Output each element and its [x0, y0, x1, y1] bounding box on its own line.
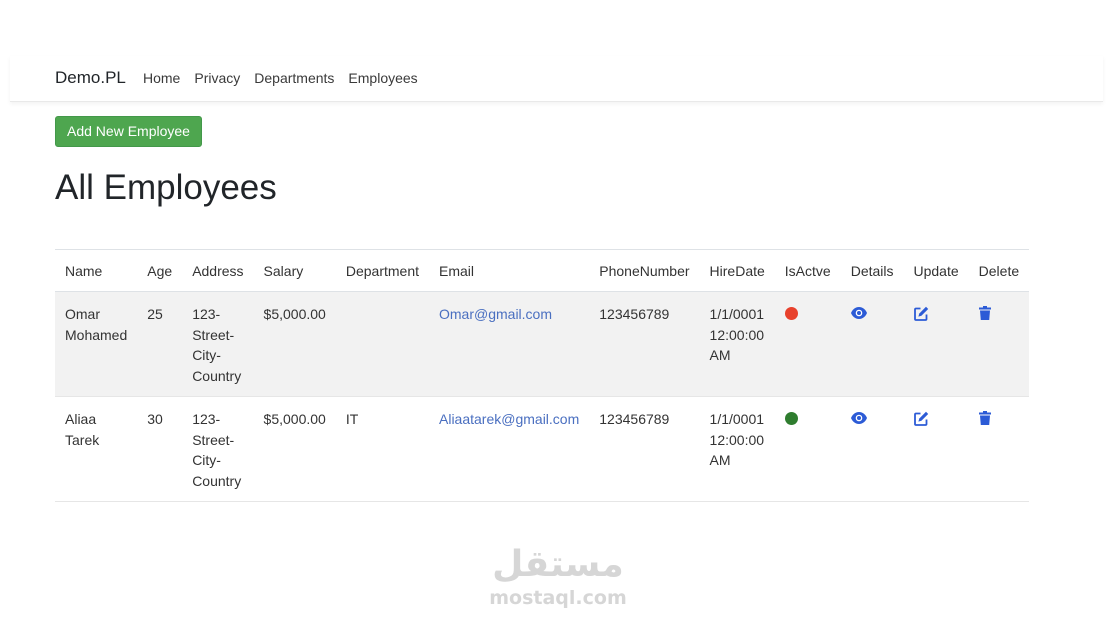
- active-status-icon: [784, 412, 798, 425]
- cell-department: [335, 291, 429, 397]
- col-header-address: Address: [182, 249, 254, 292]
- employees-table: Name Age Address Salary Department Email…: [55, 249, 1030, 502]
- cell-department: IT: [335, 396, 429, 502]
- navbar: Demo.PL Home Privacy Departments Employe…: [10, 56, 1103, 102]
- nav-link-departments[interactable]: Departments: [254, 70, 334, 86]
- nav-link-home[interactable]: Home: [143, 70, 180, 86]
- hire-date-line: 1/1/0001: [709, 306, 765, 322]
- cell-address: 123- Street- City- Country: [182, 396, 254, 502]
- col-header-department: Department: [335, 249, 429, 292]
- col-header-email: Email: [429, 249, 590, 292]
- address-line: Street-: [192, 431, 235, 448]
- col-header-phone: PhoneNumber: [589, 249, 700, 292]
- cell-salary: $5,000.00: [253, 396, 336, 502]
- name-first: Aliaa: [65, 411, 97, 427]
- cell-age: 25: [137, 291, 183, 397]
- col-header-delete: Delete: [968, 249, 1030, 292]
- cell-email: Omar@gmail.com: [429, 291, 590, 397]
- table-row: Omar Mohamed 25 123- Street- City- Count…: [55, 291, 1030, 397]
- address-line: 123-: [192, 306, 221, 322]
- hire-date-line: 1/1/0001: [709, 411, 765, 427]
- table-header-row: Name Age Address Salary Department Email…: [55, 249, 1030, 292]
- email-link[interactable]: Omar@gmail.com: [439, 306, 552, 322]
- cell-salary: $5,000.00: [253, 291, 336, 397]
- address-line: 123-: [192, 411, 221, 427]
- email-link[interactable]: Aliaatarek@gmail.com: [439, 411, 579, 427]
- trash-icon[interactable]: [978, 306, 991, 320]
- cell-email: Aliaatarek@gmail.com: [429, 396, 590, 502]
- trash-icon[interactable]: [978, 411, 991, 425]
- eye-icon[interactable]: [850, 307, 867, 319]
- col-header-is-active: IsActve: [774, 249, 841, 292]
- address-line: Country: [192, 367, 242, 384]
- hire-date-line: AM: [709, 452, 731, 468]
- cell-address: 123- Street- City- Country: [182, 291, 254, 397]
- eye-icon[interactable]: [850, 412, 867, 424]
- watermark-text: mostaql.com: [489, 587, 627, 609]
- cell-details: [840, 291, 904, 397]
- hire-date-line: 12:00:00: [709, 431, 765, 448]
- cell-delete: [968, 291, 1030, 397]
- cell-hire-date: 1/1/0001 12:00:00 AM: [699, 396, 775, 502]
- cell-details: [840, 396, 904, 502]
- address-line: City-: [192, 347, 221, 363]
- mostaql-watermark: مستقل mostaql.com: [478, 544, 638, 610]
- edit-icon[interactable]: [913, 306, 929, 321]
- col-header-salary: Salary: [253, 249, 336, 292]
- cell-name: Omar Mohamed: [55, 291, 138, 397]
- cell-delete: [968, 396, 1030, 502]
- cell-is-active: [774, 291, 841, 397]
- table-row: Aliaa Tarek 30 123- Street- City- Countr…: [55, 396, 1030, 502]
- nav-links: Home Privacy Departments Employees: [143, 70, 432, 86]
- cell-hire-date: 1/1/0001 12:00:00 AM: [699, 291, 775, 397]
- name-last: Mohamed: [65, 326, 128, 343]
- hire-date-line: AM: [709, 347, 731, 363]
- nav-link-privacy[interactable]: Privacy: [194, 70, 240, 86]
- watermark-logo: مستقل: [492, 544, 624, 585]
- col-header-age: Age: [137, 249, 183, 292]
- name-first: Omar: [65, 306, 100, 322]
- inactive-status-icon: [784, 307, 798, 320]
- cell-age: 30: [137, 396, 183, 502]
- nav-link-employees[interactable]: Employees: [348, 70, 417, 86]
- cell-name: Aliaa Tarek: [55, 396, 138, 502]
- edit-icon[interactable]: [913, 411, 929, 426]
- col-header-name: Name: [55, 249, 138, 292]
- cell-update: [903, 396, 969, 502]
- cell-update: [903, 291, 969, 397]
- cell-phone: 123456789: [589, 396, 700, 502]
- cell-phone: 123456789: [589, 291, 700, 397]
- address-line: City-: [192, 452, 221, 468]
- name-last: Tarek: [65, 431, 100, 448]
- add-employee-button[interactable]: Add New Employee: [55, 116, 202, 147]
- address-line: Country: [192, 472, 242, 489]
- cell-is-active: [774, 396, 841, 502]
- col-header-update: Update: [903, 249, 969, 292]
- col-header-details: Details: [840, 249, 904, 292]
- hire-date-line: 12:00:00: [709, 326, 765, 343]
- brand-link[interactable]: Demo.PL: [55, 68, 126, 88]
- col-header-hire-date: HireDate: [699, 249, 775, 292]
- page-title: All Employees: [55, 168, 277, 207]
- address-line: Street-: [192, 326, 235, 343]
